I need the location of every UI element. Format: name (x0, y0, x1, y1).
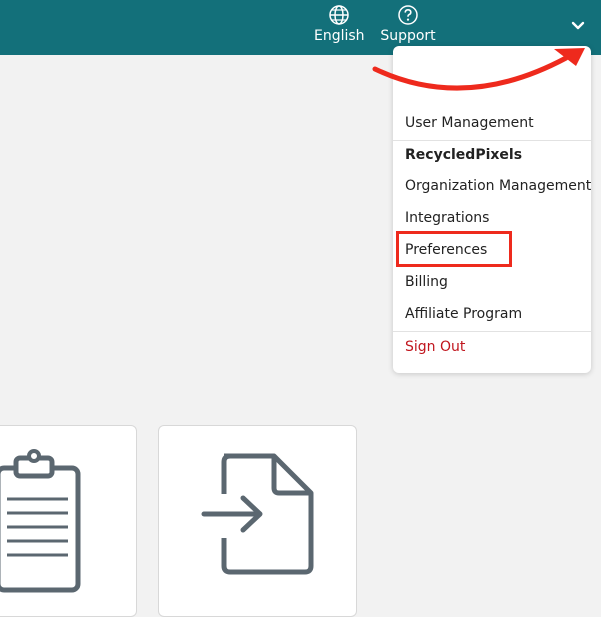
menu-item-preferences[interactable]: Preferences (405, 242, 487, 258)
file-import-icon (201, 453, 314, 575)
menu-divider (393, 331, 591, 332)
language-selector[interactable]: English (314, 4, 365, 44)
clipboard-icon (0, 449, 81, 593)
menu-divider (393, 140, 591, 141)
globe-icon (329, 5, 349, 25)
action-card[interactable] (158, 425, 357, 617)
menu-item-sign-out[interactable]: Sign Out (405, 339, 465, 355)
action-card[interactable] (0, 425, 137, 617)
support-label: Support (380, 28, 436, 44)
account-dropdown-menu: User Management RecycledPixels Organizat… (393, 46, 591, 373)
chevron-down-icon[interactable] (568, 18, 588, 34)
organization-name: RecycledPixels (405, 147, 523, 163)
support-link[interactable]: Support (380, 4, 436, 44)
menu-item-organization-management[interactable]: Organization Management (405, 178, 591, 194)
language-label: English (314, 28, 365, 44)
menu-item-user-management[interactable]: User Management (405, 115, 534, 131)
menu-item-billing[interactable]: Billing (405, 274, 448, 290)
help-circle-icon (398, 5, 418, 25)
menu-item-integrations[interactable]: Integrations (405, 210, 489, 226)
menu-item-affiliate-program[interactable]: Affiliate Program (405, 306, 522, 322)
